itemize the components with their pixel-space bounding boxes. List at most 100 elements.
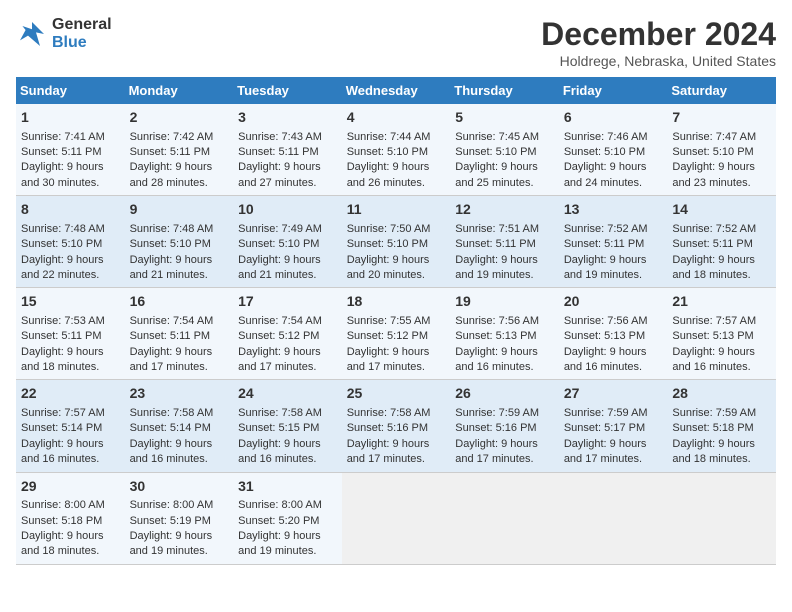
day-info-line: Sunrise: 7:46 AM [564,130,663,145]
day-info-line: Sunset: 5:11 PM [238,145,337,160]
calendar-cell: 31Sunrise: 8:00 AMSunset: 5:20 PMDayligh… [233,472,342,564]
day-number: 11 [347,200,446,220]
day-info-line: Daylight: 9 hours [130,437,229,452]
day-info-line: Daylight: 9 hours [564,253,663,268]
day-number: 8 [21,200,120,220]
day-info-line: and 24 minutes. [564,176,663,191]
calendar-cell: 26Sunrise: 7:59 AMSunset: 5:16 PMDayligh… [450,380,559,472]
day-info-line: Daylight: 9 hours [21,345,120,360]
week-row-5: 29Sunrise: 8:00 AMSunset: 5:18 PMDayligh… [16,472,776,564]
day-info-line: Daylight: 9 hours [130,253,229,268]
day-info-line: and 18 minutes. [21,544,120,559]
day-info-line: and 18 minutes. [672,452,771,467]
day-info-line: and 17 minutes. [455,452,554,467]
day-number: 13 [564,200,663,220]
day-info-line: Sunset: 5:10 PM [455,145,554,160]
header-wednesday: Wednesday [342,77,451,104]
day-info-line: Sunrise: 7:58 AM [130,406,229,421]
day-info-line: and 16 minutes. [21,452,120,467]
day-info-line: Sunrise: 7:45 AM [455,130,554,145]
day-info-line: Daylight: 9 hours [564,160,663,175]
day-info-line: Sunset: 5:11 PM [21,145,120,160]
day-info-line: Sunrise: 7:54 AM [238,314,337,329]
header-friday: Friday [559,77,668,104]
day-info-line: Daylight: 9 hours [21,529,120,544]
calendar-cell [342,472,451,564]
day-info-line: Daylight: 9 hours [347,345,446,360]
day-number: 14 [672,200,771,220]
day-number: 10 [238,200,337,220]
day-info-line: and 19 minutes. [130,544,229,559]
week-row-3: 15Sunrise: 7:53 AMSunset: 5:11 PMDayligh… [16,288,776,380]
day-info-line: Sunset: 5:13 PM [455,329,554,344]
calendar-cell: 13Sunrise: 7:52 AMSunset: 5:11 PMDayligh… [559,196,668,288]
page-header: General Blue December 2024 Holdrege, Neb… [16,16,776,69]
day-info-line: Sunrise: 7:53 AM [21,314,120,329]
header-tuesday: Tuesday [233,77,342,104]
day-info-line: Sunset: 5:10 PM [130,237,229,252]
day-info-line: and 21 minutes. [130,268,229,283]
calendar-cell: 5Sunrise: 7:45 AMSunset: 5:10 PMDaylight… [450,104,559,196]
calendar-cell: 21Sunrise: 7:57 AMSunset: 5:13 PMDayligh… [667,288,776,380]
day-info-line: Sunset: 5:11 PM [130,145,229,160]
day-info-line: and 30 minutes. [21,176,120,191]
day-info-line: Sunrise: 7:51 AM [455,222,554,237]
day-info-line: Sunset: 5:19 PM [130,514,229,529]
day-info-line: Sunrise: 7:41 AM [21,130,120,145]
calendar-cell [559,472,668,564]
calendar-cell: 6Sunrise: 7:46 AMSunset: 5:10 PMDaylight… [559,104,668,196]
day-number: 19 [455,292,554,312]
location: Holdrege, Nebraska, United States [541,53,776,69]
day-info-line: Sunrise: 8:00 AM [238,498,337,513]
day-info-line: Daylight: 9 hours [130,529,229,544]
day-info-line: Daylight: 9 hours [672,253,771,268]
logo-line2: Blue [52,34,112,52]
day-info-line: Daylight: 9 hours [564,437,663,452]
day-number: 5 [455,108,554,128]
day-info-line: Sunrise: 8:00 AM [130,498,229,513]
day-info-line: Sunset: 5:15 PM [238,421,337,436]
day-info-line: Sunset: 5:13 PM [564,329,663,344]
day-info-line: Daylight: 9 hours [21,437,120,452]
day-info-line: Sunset: 5:18 PM [672,421,771,436]
day-info-line: Daylight: 9 hours [238,345,337,360]
day-info-line: Sunrise: 7:48 AM [130,222,229,237]
logo-line1: General [52,16,112,34]
day-number: 2 [130,108,229,128]
day-info-line: Sunset: 5:14 PM [130,421,229,436]
day-info-line: Sunrise: 7:47 AM [672,130,771,145]
header-monday: Monday [125,77,234,104]
day-info-line: Sunrise: 7:52 AM [672,222,771,237]
day-info-line: and 21 minutes. [238,268,337,283]
day-info-line: Sunrise: 7:42 AM [130,130,229,145]
day-info-line: and 16 minutes. [130,452,229,467]
day-info-line: Daylight: 9 hours [130,345,229,360]
day-info-line: Sunrise: 7:48 AM [21,222,120,237]
calendar-table: SundayMondayTuesdayWednesdayThursdayFrid… [16,77,776,565]
calendar-cell: 1Sunrise: 7:41 AMSunset: 5:11 PMDaylight… [16,104,125,196]
day-info-line: Daylight: 9 hours [238,529,337,544]
calendar-cell: 8Sunrise: 7:48 AMSunset: 5:10 PMDaylight… [16,196,125,288]
day-number: 23 [130,384,229,404]
day-info-line: and 16 minutes. [455,360,554,375]
day-number: 15 [21,292,120,312]
day-info-line: Daylight: 9 hours [455,253,554,268]
calendar-cell: 3Sunrise: 7:43 AMSunset: 5:11 PMDaylight… [233,104,342,196]
day-info-line: Sunrise: 7:56 AM [455,314,554,329]
day-info-line: Sunrise: 7:59 AM [672,406,771,421]
calendar-cell: 11Sunrise: 7:50 AMSunset: 5:10 PMDayligh… [342,196,451,288]
week-row-4: 22Sunrise: 7:57 AMSunset: 5:14 PMDayligh… [16,380,776,472]
calendar-cell: 29Sunrise: 8:00 AMSunset: 5:18 PMDayligh… [16,472,125,564]
calendar-cell [667,472,776,564]
day-info-line: Daylight: 9 hours [347,253,446,268]
day-info-line: and 19 minutes. [455,268,554,283]
day-info-line: and 17 minutes. [347,360,446,375]
calendar-cell: 16Sunrise: 7:54 AMSunset: 5:11 PMDayligh… [125,288,234,380]
day-info-line: Sunset: 5:18 PM [21,514,120,529]
day-info-line: Daylight: 9 hours [21,253,120,268]
calendar-cell: 22Sunrise: 7:57 AMSunset: 5:14 PMDayligh… [16,380,125,472]
day-number: 3 [238,108,337,128]
day-info-line: Sunrise: 7:52 AM [564,222,663,237]
calendar-cell: 24Sunrise: 7:58 AMSunset: 5:15 PMDayligh… [233,380,342,472]
day-number: 6 [564,108,663,128]
